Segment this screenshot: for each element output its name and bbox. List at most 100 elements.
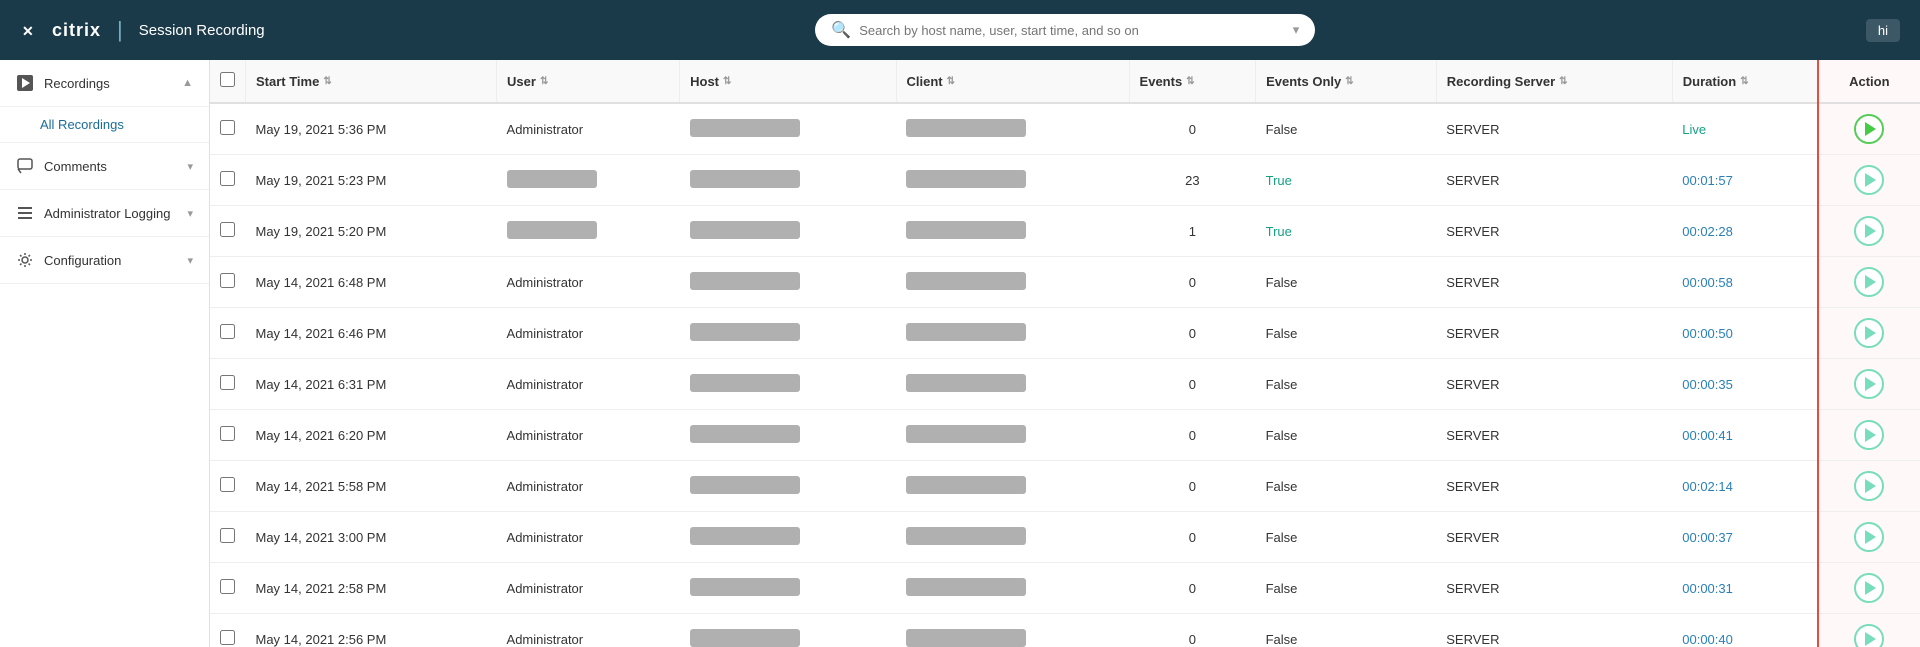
th-action: Action [1818, 60, 1920, 103]
play-triangle-icon [1865, 122, 1876, 136]
client-blurred [906, 119, 1026, 137]
row-events: 0 [1129, 103, 1256, 155]
th-events-only[interactable]: Events Only ⇅ [1256, 60, 1437, 103]
row-checkbox[interactable] [220, 273, 235, 288]
app-header: ✕ citrix | Session Recording 🔍 ▾ hi [0, 0, 1920, 60]
row-duration[interactable]: 00:00:41 [1672, 410, 1817, 461]
user-blurred [507, 221, 597, 239]
row-start-time: May 14, 2021 6:20 PM [246, 410, 497, 461]
client-blurred [906, 476, 1026, 494]
table-row: May 14, 2021 2:56 PMAdministrator0FalseS… [210, 614, 1920, 647]
play-button[interactable] [1854, 573, 1884, 603]
row-client [896, 308, 1129, 359]
row-checkbox[interactable] [220, 426, 235, 441]
row-checkbox[interactable] [220, 477, 235, 492]
row-duration[interactable]: 00:00:50 [1672, 308, 1817, 359]
row-events: 0 [1129, 410, 1256, 461]
row-action [1818, 206, 1920, 257]
row-start-time: May 14, 2021 5:58 PM [246, 461, 497, 512]
recordings-table-container: Start Time ⇅ User ⇅ Host [210, 60, 1920, 647]
sidebar-item-admin-logging[interactable]: Administrator Logging ▾ [0, 190, 209, 237]
play-button[interactable] [1854, 471, 1884, 501]
th-duration[interactable]: Duration ⇅ [1672, 60, 1817, 103]
row-start-time: May 19, 2021 5:36 PM [246, 103, 497, 155]
row-duration[interactable]: 00:01:57 [1672, 155, 1817, 206]
play-button[interactable] [1854, 420, 1884, 450]
client-blurred [906, 323, 1026, 341]
play-button[interactable] [1854, 318, 1884, 348]
row-checkbox-cell [210, 308, 246, 359]
play-button[interactable] [1854, 114, 1884, 144]
row-action [1818, 563, 1920, 614]
user-sort-icon: ⇅ [540, 76, 548, 87]
row-user: Administrator [497, 103, 680, 155]
table-row: May 14, 2021 3:00 PMAdministrator0FalseS… [210, 512, 1920, 563]
row-checkbox[interactable] [220, 630, 235, 645]
host-blurred [690, 425, 800, 443]
sidebar-item-comments[interactable]: Comments ▾ [0, 143, 209, 190]
row-user [497, 206, 680, 257]
play-button[interactable] [1854, 369, 1884, 399]
row-action [1818, 308, 1920, 359]
logo-divider: | [117, 17, 123, 43]
play-button[interactable] [1854, 165, 1884, 195]
recordings-table: Start Time ⇅ User ⇅ Host [210, 60, 1920, 647]
client-blurred [906, 221, 1026, 239]
user-label: hi [1866, 19, 1900, 42]
row-user: Administrator [497, 308, 680, 359]
row-checkbox-cell [210, 206, 246, 257]
row-duration[interactable]: 00:02:14 [1672, 461, 1817, 512]
row-checkbox-cell [210, 410, 246, 461]
sidebar-item-recordings[interactable]: Recordings ▲ [0, 60, 209, 107]
row-checkbox[interactable] [220, 324, 235, 339]
play-button[interactable] [1854, 216, 1884, 246]
row-checkbox[interactable] [220, 579, 235, 594]
th-host[interactable]: Host ⇅ [680, 60, 896, 103]
table-row: May 19, 2021 5:20 PM1TrueSERVER00:02:28 [210, 206, 1920, 257]
row-host [680, 461, 896, 512]
row-checkbox[interactable] [220, 528, 235, 543]
row-events: 0 [1129, 461, 1256, 512]
search-dropdown-icon[interactable]: ▾ [1293, 22, 1300, 38]
row-checkbox-cell [210, 512, 246, 563]
row-action [1818, 410, 1920, 461]
row-duration[interactable]: 00:00:58 [1672, 257, 1817, 308]
row-duration[interactable]: Live [1672, 103, 1817, 155]
row-checkbox[interactable] [220, 222, 235, 237]
row-action [1818, 614, 1920, 647]
row-duration[interactable]: 00:02:28 [1672, 206, 1817, 257]
play-button[interactable] [1854, 522, 1884, 552]
play-button[interactable] [1854, 624, 1884, 647]
search-input[interactable] [859, 23, 1285, 38]
sidebar-item-all-recordings[interactable]: All Recordings [0, 107, 209, 143]
row-checkbox-cell [210, 359, 246, 410]
row-checkbox[interactable] [220, 171, 235, 186]
th-events[interactable]: Events ⇅ [1129, 60, 1256, 103]
row-checkbox[interactable] [220, 375, 235, 390]
th-recording-server[interactable]: Recording Server ⇅ [1436, 60, 1672, 103]
row-duration[interactable]: 00:00:31 [1672, 563, 1817, 614]
th-user[interactable]: User ⇅ [497, 60, 680, 103]
row-checkbox[interactable] [220, 120, 235, 135]
sidebar-item-configuration[interactable]: Configuration ▾ [0, 237, 209, 284]
search-bar[interactable]: 🔍 ▾ [815, 14, 1315, 46]
play-button[interactable] [1854, 267, 1884, 297]
events-sort-icon: ⇅ [1186, 76, 1194, 87]
table-row: May 14, 2021 6:46 PMAdministrator0FalseS… [210, 308, 1920, 359]
row-client [896, 257, 1129, 308]
row-host [680, 410, 896, 461]
row-client [896, 512, 1129, 563]
row-events: 0 [1129, 359, 1256, 410]
row-start-time: May 14, 2021 3:00 PM [246, 512, 497, 563]
row-checkbox-cell [210, 103, 246, 155]
select-all-checkbox[interactable] [220, 72, 235, 87]
row-duration[interactable]: 00:00:35 [1672, 359, 1817, 410]
row-duration[interactable]: 00:00:40 [1672, 614, 1817, 647]
th-client[interactable]: Client ⇅ [896, 60, 1129, 103]
row-recording-server: SERVER [1436, 461, 1672, 512]
client-blurred [906, 578, 1026, 596]
row-duration[interactable]: 00:00:37 [1672, 512, 1817, 563]
th-start-time[interactable]: Start Time ⇅ [246, 60, 497, 103]
row-events: 23 [1129, 155, 1256, 206]
row-user: Administrator [497, 410, 680, 461]
